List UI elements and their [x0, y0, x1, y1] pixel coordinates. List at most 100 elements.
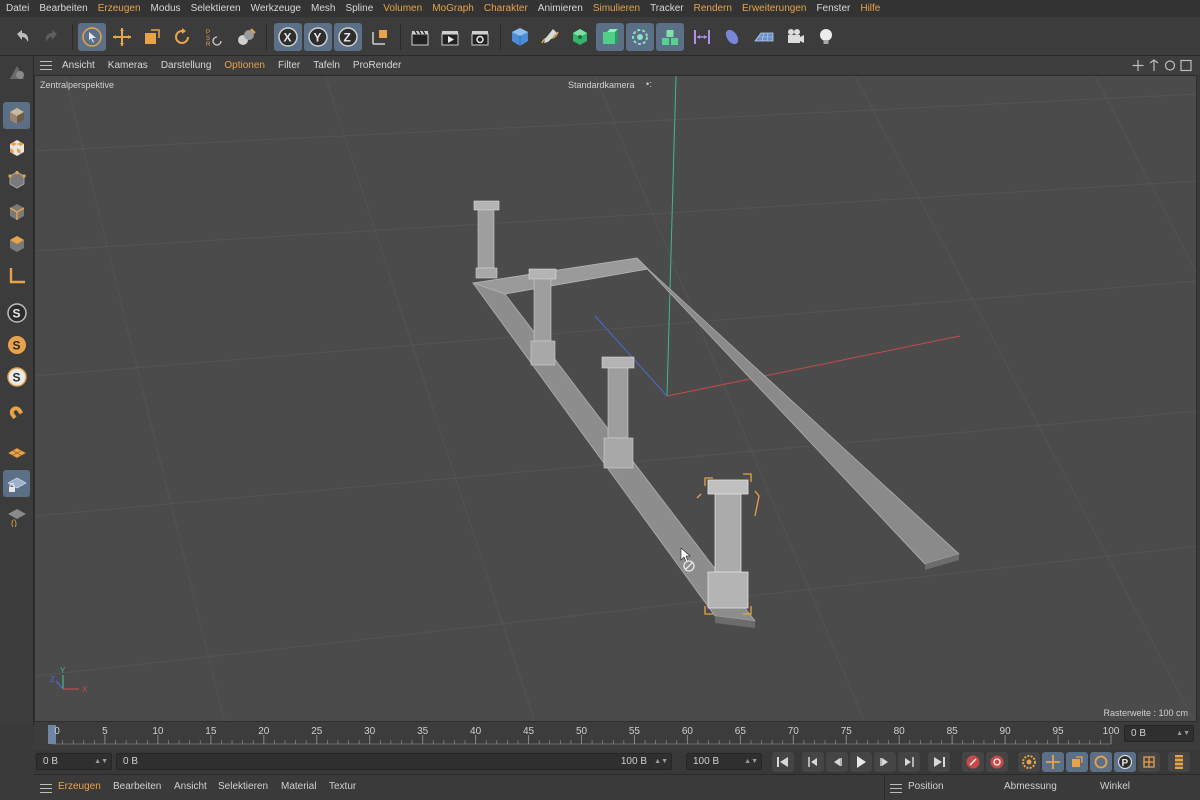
viewport-menu-tafeln[interactable]: Tafeln	[313, 60, 340, 71]
snap-quantize-button[interactable]: S	[3, 363, 30, 390]
field-object-button[interactable]	[718, 23, 746, 51]
camera-object-button[interactable]	[782, 23, 810, 51]
keyframe-selection-button[interactable]	[1018, 752, 1040, 772]
record-keys-button[interactable]	[962, 752, 984, 772]
cube-object-button[interactable]	[506, 23, 534, 51]
menu-spline[interactable]: Spline	[345, 3, 373, 14]
go-to-end-button[interactable]	[928, 752, 950, 772]
menu-modus[interactable]: Modus	[151, 3, 181, 14]
axis-mode-button[interactable]	[3, 262, 30, 289]
render-view-button[interactable]	[406, 23, 434, 51]
recent-tools-button[interactable]	[232, 23, 260, 51]
axis-y-lock-button[interactable]: Y	[304, 23, 332, 51]
viewport-menu-filter[interactable]: Filter	[278, 60, 300, 71]
edges-mode-button[interactable]	[3, 198, 30, 225]
material-menu-bearbeiten[interactable]: Bearbeiten	[113, 781, 161, 792]
menu-simulieren[interactable]: Simulieren	[593, 3, 640, 14]
psr-reset-button[interactable]: PSR	[200, 23, 228, 51]
menu-werkzeuge[interactable]: Werkzeuge	[251, 3, 301, 14]
move-tool-button[interactable]	[108, 23, 136, 51]
3d-viewport[interactable]: Y X Z Zentralperspektive Standardkamera …	[34, 75, 1197, 722]
viewport-panel-menu-icon[interactable]	[40, 60, 52, 70]
planar-workplane-button[interactable]: ()	[3, 502, 30, 529]
go-to-start-button[interactable]	[772, 752, 794, 772]
material-menu-ansicht[interactable]: Ansicht	[174, 781, 207, 792]
next-key-button[interactable]	[898, 752, 920, 772]
polygons-mode-button[interactable]	[3, 230, 30, 257]
light-object-button[interactable]	[812, 23, 840, 51]
menu-erweiterungen[interactable]: Erweiterungen	[742, 3, 806, 14]
timeline-ruler[interactable]: 0 5 10 15 20 25 30 35 40 45 50 55 60 65 70 75 80 85 90 95 10…	[34, 722, 1200, 750]
material-menu-selektieren[interactable]: Selektieren	[218, 781, 268, 792]
camera-dots-icon[interactable]: •:	[646, 79, 652, 89]
timeline-window-button[interactable]	[1168, 752, 1190, 772]
axis-z-lock-button[interactable]: Z	[334, 23, 362, 51]
menu-tracker[interactable]: Tracker	[650, 3, 684, 14]
material-menu-erzeugen[interactable]: Erzeugen	[58, 781, 101, 792]
menu-volumen[interactable]: Volumen	[383, 3, 422, 14]
menu-mograph[interactable]: MoGraph	[432, 3, 474, 14]
render-settings-button[interactable]	[466, 23, 494, 51]
autokey-button[interactable]	[986, 752, 1008, 772]
menu-bearbeiten[interactable]: Bearbeiten	[39, 3, 87, 14]
locked-workplane-button[interactable]	[3, 470, 30, 497]
rotate-view-icon[interactable]	[1164, 60, 1176, 71]
key-position-button[interactable]	[1042, 752, 1064, 772]
viewport-menu-ansicht[interactable]: Ansicht	[62, 60, 95, 71]
workplane-button[interactable]	[3, 438, 30, 465]
timeline-frame-field[interactable]: 0 B ▲▼	[1124, 725, 1194, 742]
viewport-navigation-icons[interactable]	[1132, 59, 1192, 72]
start-frame-field[interactable]: 0 B ▲▼	[36, 753, 112, 770]
menu-erzeugen[interactable]: Erzeugen	[98, 3, 141, 14]
viewport-menu-optionen[interactable]: Optionen	[224, 60, 265, 71]
make-editable-button[interactable]	[3, 60, 30, 87]
play-button[interactable]	[850, 752, 872, 772]
coordinates-panel-menu-icon[interactable]	[890, 784, 902, 793]
snap-settings-button[interactable]: S	[3, 331, 30, 358]
previous-frame-button[interactable]	[826, 752, 848, 772]
viewport-menu-darstellung[interactable]: Darstellung	[161, 60, 212, 71]
extrude-generator-button[interactable]	[596, 23, 624, 51]
texture-mode-button[interactable]	[3, 134, 30, 161]
menu-mesh[interactable]: Mesh	[311, 3, 335, 14]
snap-toggle-button[interactable]: S	[3, 299, 30, 326]
viewport-menu-prorender[interactable]: ProRender	[353, 60, 401, 71]
live-selection-button[interactable]	[78, 23, 106, 51]
menu-rendern[interactable]: Rendern	[694, 3, 732, 14]
key-scale-button[interactable]	[1066, 752, 1088, 772]
next-frame-button[interactable]	[874, 752, 896, 772]
menu-hilfe[interactable]: Hilfe	[860, 3, 880, 14]
axis-x-lock-button[interactable]: X	[274, 23, 302, 51]
key-pla-button[interactable]	[1138, 752, 1160, 772]
camera-label[interactable]: Standardkamera	[568, 80, 635, 90]
magnet-tool-button[interactable]	[3, 400, 30, 427]
redo-button[interactable]	[38, 23, 66, 51]
render-picture-viewer-button[interactable]	[436, 23, 464, 51]
subdivision-surface-button[interactable]	[566, 23, 594, 51]
key-rotation-button[interactable]	[1090, 752, 1112, 772]
menu-datei[interactable]: Datei	[6, 3, 29, 14]
points-mode-button[interactable]	[3, 166, 30, 193]
menu-animieren[interactable]: Animieren	[538, 3, 583, 14]
menu-fenster[interactable]: Fenster	[816, 3, 850, 14]
spline-pen-button[interactable]	[536, 23, 564, 51]
mograph-cloner-button[interactable]	[626, 23, 654, 51]
menu-charakter[interactable]: Charakter	[484, 3, 528, 14]
key-parameter-button[interactable]: P	[1114, 752, 1136, 772]
array-cubes-button[interactable]	[656, 23, 684, 51]
pan-view-icon[interactable]	[1132, 60, 1144, 71]
frame-range-slider[interactable]: 0 B 100 B ▲▼	[116, 753, 672, 770]
rotate-tool-button[interactable]	[168, 23, 196, 51]
scale-tool-button[interactable]	[138, 23, 166, 51]
menu-selektieren[interactable]: Selektieren	[191, 3, 241, 14]
previous-key-button[interactable]	[802, 752, 824, 772]
floor-object-button[interactable]	[750, 23, 778, 51]
material-menu-material[interactable]: Material	[281, 781, 317, 792]
maximize-view-icon[interactable]	[1180, 59, 1192, 72]
material-panel-menu-icon[interactable]	[40, 784, 52, 793]
deformer-button[interactable]	[688, 23, 716, 51]
viewport-menu-kameras[interactable]: Kameras	[108, 60, 148, 71]
column-object-3[interactable]	[601, 356, 635, 469]
zoom-view-icon[interactable]	[1149, 59, 1159, 71]
end-frame-field[interactable]: 100 B ▲▼	[686, 753, 762, 770]
